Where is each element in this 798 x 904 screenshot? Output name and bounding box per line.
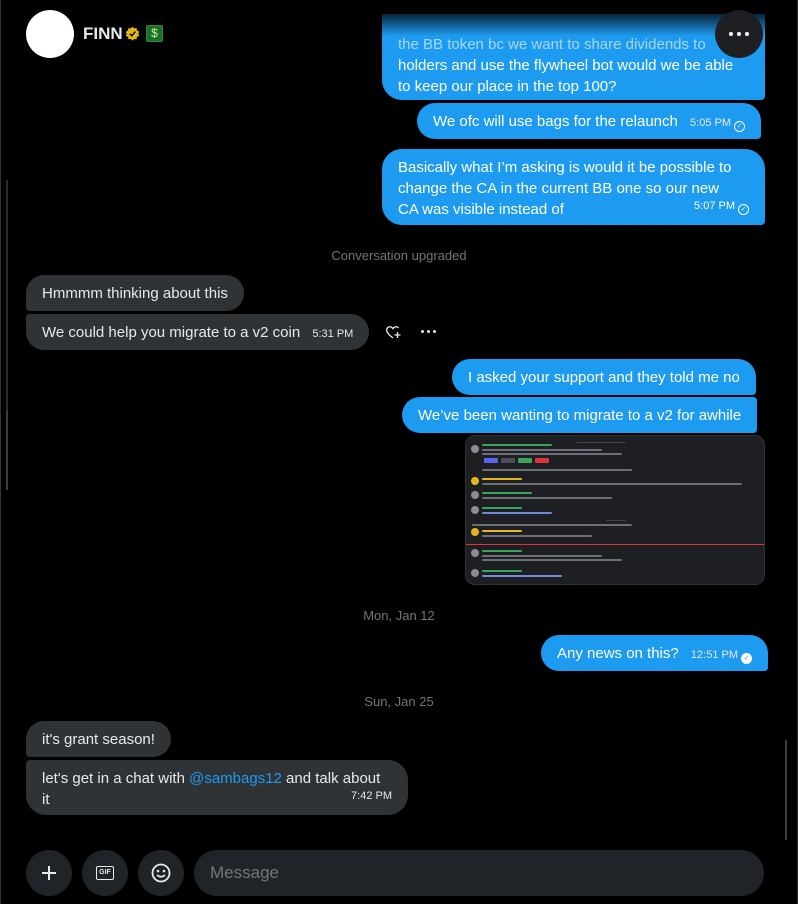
image-attachment[interactable] bbox=[465, 435, 765, 585]
user-mention-link[interactable]: @sambags12 bbox=[189, 770, 282, 787]
sent-message[interactable]: Basically what I’m asking is would it be… bbox=[382, 149, 765, 225]
sent-message[interactable]: Any news on this? 12:51 PM ✓ bbox=[541, 635, 769, 671]
message-text: Basically what I’m asking is would it be… bbox=[398, 159, 732, 176]
sent-check-icon: ✓ bbox=[734, 121, 745, 132]
emoji-icon bbox=[151, 863, 171, 883]
read-check-icon: ✓ bbox=[741, 653, 753, 664]
sent-message[interactable]: We’ve been wanting to migrate to a v2 fo… bbox=[402, 397, 758, 433]
gif-icon: GIF bbox=[96, 866, 114, 880]
plus-icon bbox=[42, 866, 56, 880]
gif-button[interactable]: GIF bbox=[82, 850, 128, 896]
left-scrollbar-thumb[interactable] bbox=[6, 410, 8, 490]
message-text: it's grant season! bbox=[42, 731, 155, 748]
conversation-more-button[interactable] bbox=[715, 10, 763, 58]
message-text: Any news on this? bbox=[557, 645, 679, 662]
message-text: I asked your support and they told me no bbox=[468, 369, 740, 386]
sent-message[interactable]: We ofc will use bags for the relaunch 5:… bbox=[417, 103, 761, 139]
emoji-button[interactable] bbox=[138, 850, 184, 896]
received-message[interactable]: let's get in a chat with @sambags12 and … bbox=[26, 760, 408, 815]
message-timestamp: 5:05 PM ✓ bbox=[690, 117, 745, 132]
date-divider: Sun, Jan 25 bbox=[364, 694, 434, 709]
more-icon bbox=[729, 32, 733, 36]
add-media-button[interactable] bbox=[26, 850, 72, 896]
system-notice: Conversation upgraded bbox=[331, 248, 467, 263]
message-text: to keep our place in the top 100? bbox=[398, 78, 617, 95]
message-text: We’ve been wanting to migrate to a v2 fo… bbox=[418, 407, 742, 424]
avatar[interactable] bbox=[26, 10, 74, 58]
message-text: We ofc will use bags for the relaunch bbox=[433, 113, 678, 130]
message-timestamp: 7:42 PM bbox=[351, 790, 392, 802]
money-bag-icon: $ bbox=[146, 25, 163, 42]
message-text: Hmmmm thinking about this bbox=[42, 285, 228, 302]
contact-name[interactable]: FINN bbox=[83, 24, 123, 44]
date-divider: Mon, Jan 12 bbox=[363, 608, 435, 623]
sent-check-icon: ✓ bbox=[738, 204, 749, 215]
received-message[interactable]: Hmmmm thinking about this bbox=[26, 275, 244, 311]
conversation-header: FINN $ bbox=[1, 0, 797, 70]
received-message[interactable]: it's grant season! bbox=[26, 721, 171, 757]
add-reaction-icon[interactable] bbox=[384, 323, 402, 341]
message-text: We could help you migrate to a v2 coin bbox=[42, 324, 301, 341]
sent-message[interactable]: I asked your support and they told me no bbox=[452, 359, 756, 395]
message-more-icon[interactable] bbox=[421, 330, 436, 333]
message-text: let's get in a chat with @sambags12 and … bbox=[42, 770, 381, 787]
received-message[interactable]: We could help you migrate to a v2 coin 5… bbox=[26, 314, 370, 350]
right-scrollbar-thumb[interactable] bbox=[785, 740, 787, 840]
message-timestamp: 12:51 PM ✓ bbox=[691, 649, 753, 664]
message-composer: GIF bbox=[1, 845, 797, 904]
dm-conversation: FINN $ the BB token bc we want to share … bbox=[0, 0, 798, 904]
verified-badge-icon bbox=[125, 26, 140, 41]
message-input[interactable] bbox=[194, 850, 764, 896]
message-timestamp: 5:07 PM ✓ bbox=[694, 196, 749, 217]
message-timestamp: 5:31 PM bbox=[312, 328, 354, 340]
message-text: it bbox=[42, 791, 50, 808]
